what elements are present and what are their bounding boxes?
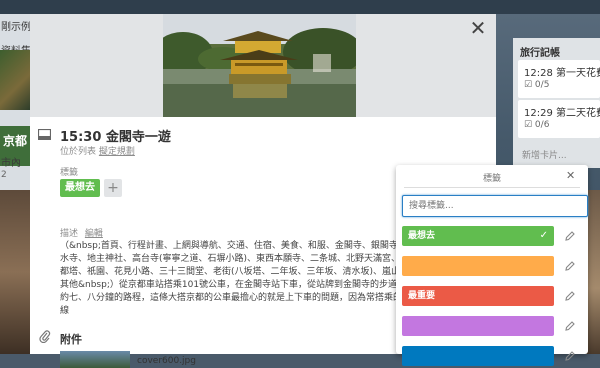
popover-title: 標籤 (482, 174, 501, 184)
attachment-filename[interactable]: cover600.jpg (137, 356, 196, 366)
paperclip-icon (39, 330, 51, 346)
description-heading: 描述 編輯 (60, 226, 103, 239)
label-option[interactable]: 最重要 (402, 286, 554, 306)
background-card: 12:29 第二天花費 ☑ 0/6 (518, 100, 600, 138)
label-option[interactable] (402, 256, 554, 276)
background-text: 剛示例 (1, 22, 31, 33)
in-list-text: 位於列表 擬定規劃 (60, 144, 135, 157)
card-icon (38, 129, 51, 140)
cover-image-golden-pavilion (163, 14, 356, 117)
label-chip-most-want[interactable]: 最想去 (60, 179, 100, 197)
board-header-bar (0, 0, 600, 14)
label-option-name: 最想去 (408, 231, 436, 241)
check-icon: ✓ (539, 230, 548, 241)
card-cover: ✕ (30, 14, 496, 117)
background-text: 京都 (3, 134, 28, 148)
background-count: 2 (1, 170, 7, 180)
edit-label-pencil-icon[interactable] (564, 260, 576, 272)
background-card: 12:28 第一天花費 ☑ 0/5 (518, 60, 600, 98)
edit-label-pencil-icon[interactable] (564, 290, 576, 302)
background-card-title: 12:28 第一天花費 (524, 68, 600, 79)
background-list-title: 旅行記帳 (520, 48, 560, 59)
edit-description-link[interactable]: 編輯 (85, 229, 103, 239)
background-card-checklist: ☑ 0/6 (524, 120, 550, 130)
background-card-title: 12:29 第二天花費 (524, 108, 600, 119)
background-photo (0, 190, 30, 354)
attachments-heading: 附件 (60, 333, 82, 346)
label-option[interactable] (402, 316, 554, 336)
background-text: 市內 (1, 158, 21, 169)
edit-label-pencil-icon[interactable] (564, 350, 576, 362)
labels-heading: 標籤 (60, 168, 79, 178)
label-option[interactable]: 最想去 ✓ (402, 226, 554, 246)
in-list-prefix: 位於列表 (60, 147, 97, 157)
board-title (240, 0, 360, 10)
background-add-card: 新增卡片... (522, 151, 567, 161)
description-body: （&nbsp;首頁、行程計畫、上網與導航、交通、住宿、美食、和服、金閣寺、銀閣寺… (60, 241, 416, 316)
popover-divider (404, 187, 580, 188)
close-popover-button[interactable]: ✕ (566, 169, 575, 182)
close-modal-button[interactable]: ✕ (466, 16, 490, 40)
labels-popover: 標籤 ✕ 最想去 ✓ 最重要 (396, 165, 588, 366)
label-search-input[interactable] (402, 195, 588, 217)
add-label-button[interactable]: + (104, 179, 122, 197)
label-option-name: 最重要 (408, 291, 436, 301)
edit-label-pencil-icon[interactable] (564, 230, 576, 242)
description-title: 描述 (60, 229, 79, 239)
background-card-checklist: ☑ 0/5 (524, 80, 550, 90)
edit-label-pencil-icon[interactable] (564, 320, 576, 332)
list-link[interactable]: 擬定規劃 (99, 147, 135, 157)
label-option[interactable] (402, 346, 554, 366)
background-list-left: 剛示例 資料集 京都 市內 2 (0, 14, 31, 194)
background-card-cover (0, 50, 30, 110)
card-title[interactable]: 15:30 金閣寺一遊 (60, 126, 171, 145)
